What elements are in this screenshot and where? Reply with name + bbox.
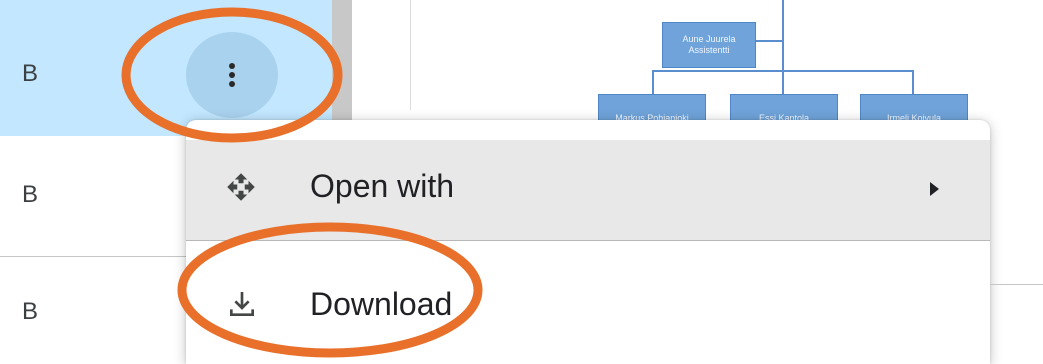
- org-chart-node-top: Aune Juurela Assistentti: [662, 22, 756, 68]
- download-icon: [230, 292, 254, 316]
- context-menu: Open with Download: [186, 120, 990, 364]
- file-size: B: [22, 60, 39, 87]
- more-vert-icon: [229, 60, 235, 90]
- org-chart-line: [652, 70, 654, 94]
- panel-divider: [410, 0, 411, 110]
- more-actions-button[interactable]: [186, 32, 278, 118]
- scrollbar-thumb[interactable]: [332, 0, 352, 130]
- org-chart-line: [912, 70, 914, 94]
- menu-item-open-with[interactable]: Open with: [186, 140, 990, 240]
- org-chart-title: Assistentti: [688, 45, 730, 55]
- org-chart-line: [782, 0, 784, 70]
- file-size: B: [22, 181, 39, 208]
- org-chart-name: Aune Juurela: [682, 34, 736, 44]
- file-row-selected[interactable]: B: [0, 0, 332, 136]
- open-with-icon: [227, 173, 255, 201]
- menu-item-label: Download: [310, 286, 453, 322]
- file-size: B: [22, 298, 39, 325]
- file-preview-thumbnail[interactable]: Aune Juurela Assistentti Markus Pohjanjo…: [412, 0, 1043, 142]
- menu-item-label: Open with: [310, 168, 455, 204]
- menu-item-download[interactable]: Download: [186, 258, 990, 364]
- row-divider: [990, 284, 1043, 285]
- org-chart-line: [782, 70, 784, 94]
- menu-separator: [186, 240, 990, 241]
- arrow-right-icon: [930, 182, 939, 196]
- org-chart-line: [752, 40, 782, 42]
